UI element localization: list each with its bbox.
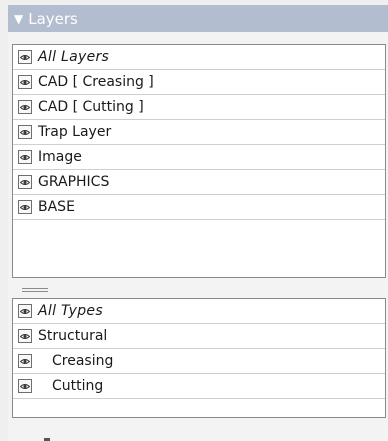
eye-icon[interactable]: [18, 304, 32, 318]
layer-label: GRAPHICS: [38, 174, 110, 190]
type-label: All Types: [38, 303, 103, 319]
layer-label: CAD [ Cutting ]: [38, 99, 144, 115]
layer-row-cad-creasing[interactable]: CAD [ Creasing ]: [13, 70, 385, 95]
eye-icon[interactable]: [18, 354, 32, 368]
layers-panel-header[interactable]: ▼ Layers: [8, 5, 388, 32]
eye-icon[interactable]: [18, 75, 32, 89]
layer-label: All Layers: [38, 49, 110, 65]
eye-icon[interactable]: [18, 200, 32, 214]
type-label: Creasing: [52, 353, 114, 369]
eye-icon[interactable]: [18, 50, 32, 64]
type-row-all-types[interactable]: All Types: [13, 299, 385, 324]
layer-label: CAD [ Creasing ]: [38, 74, 154, 90]
triangle-down-icon[interactable]: ▼: [14, 12, 23, 26]
layers-list: All Layers CAD [ Creasing ] CAD [ Cuttin…: [12, 44, 386, 278]
layer-label: Trap Layer: [38, 124, 112, 140]
layer-row-base[interactable]: BASE: [13, 195, 385, 220]
layer-label: BASE: [38, 199, 75, 215]
eye-icon[interactable]: [18, 150, 32, 164]
eye-icon[interactable]: [18, 329, 32, 343]
type-row-cutting[interactable]: Cutting: [13, 374, 385, 399]
splitter-grip-icon[interactable]: [22, 288, 48, 293]
layer-row-all-layers[interactable]: All Layers: [13, 45, 385, 70]
types-list: All Types Structural Creasing Cutting: [12, 298, 386, 418]
eye-icon[interactable]: [18, 175, 32, 189]
panel-title: Layers: [28, 9, 78, 28]
layer-label: Image: [38, 149, 82, 165]
type-row-creasing[interactable]: Creasing: [13, 349, 385, 374]
layer-row-trap-layer[interactable]: Trap Layer: [13, 120, 385, 145]
layer-row-cad-cutting[interactable]: CAD [ Cutting ]: [13, 95, 385, 120]
type-row-structural[interactable]: Structural: [13, 324, 385, 349]
eye-icon[interactable]: [18, 379, 32, 393]
eye-icon[interactable]: [18, 100, 32, 114]
type-label: Structural: [38, 328, 108, 344]
eye-icon[interactable]: [18, 125, 32, 139]
layer-row-graphics[interactable]: GRAPHICS: [13, 170, 385, 195]
layers-panel: ▼ Layers All Layers CAD [ Creasing ] CAD…: [0, 0, 388, 441]
layer-row-image[interactable]: Image: [13, 145, 385, 170]
type-label: Cutting: [52, 378, 104, 394]
